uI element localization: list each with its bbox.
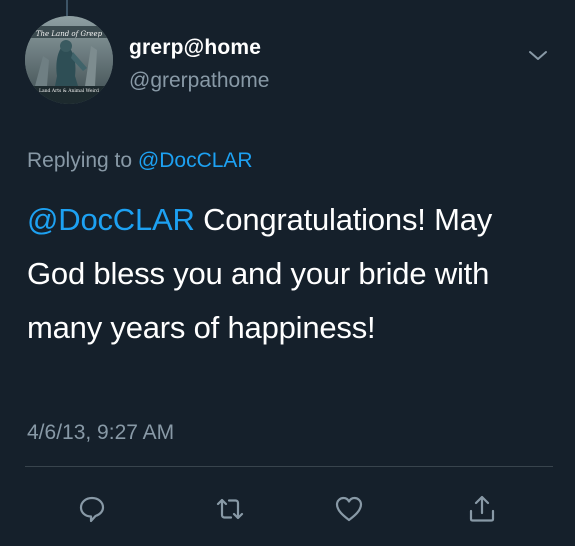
thread-connector-line [66, 0, 68, 16]
replying-to-mention[interactable]: @DocCLAR [138, 149, 253, 172]
tweet-mention-link[interactable]: @DocCLAR [27, 202, 195, 237]
like-icon[interactable] [333, 493, 365, 525]
tweet-text: @DocCLAR Congratulations! May God bless … [27, 193, 547, 355]
reply-icon[interactable] [76, 493, 108, 525]
avatar[interactable]: The Land of Greep Land Arts & Animal Wei… [25, 16, 113, 104]
tweet-card: The Land of Greep Land Arts & Animal Wei… [0, 0, 575, 546]
share-icon[interactable] [466, 493, 498, 525]
avatar-text-bottom: Land Arts & Animal Weird [38, 89, 100, 94]
avatar-text-top: The Land of Greep [35, 30, 103, 38]
user-handle[interactable]: @grerpathome [129, 69, 269, 93]
retweet-icon[interactable] [214, 493, 246, 525]
replying-to: Replying to @DocCLAR [27, 149, 253, 173]
display-name[interactable]: grerp@home [129, 36, 261, 60]
tweet-timestamp[interactable]: 4/6/13, 9:27 AM [27, 421, 174, 445]
replying-to-label: Replying to [27, 149, 138, 172]
divider [25, 466, 553, 467]
chevron-down-icon[interactable] [526, 44, 550, 68]
